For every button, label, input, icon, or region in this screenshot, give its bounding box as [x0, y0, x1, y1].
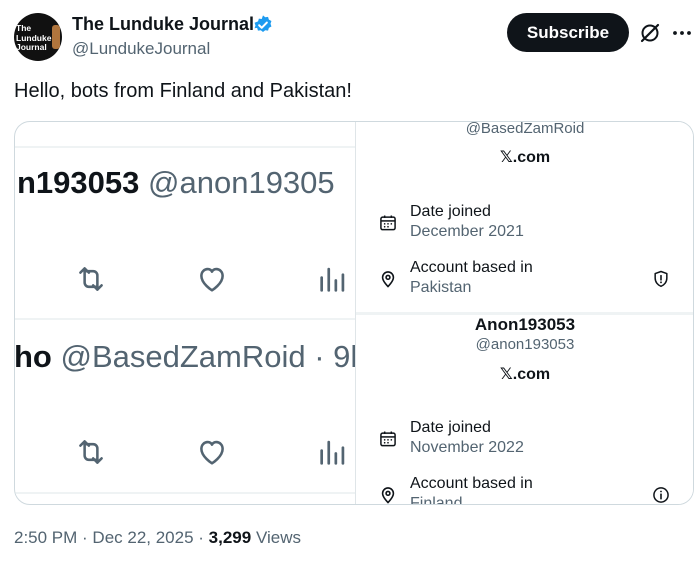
row2-user: ho @BasedZamRoid · 9h — [15, 339, 355, 375]
views-count: 3,299 — [208, 528, 252, 547]
location-icon — [381, 487, 395, 504]
card1-location-label: Account based in — [410, 259, 533, 276]
row1-handle: @anon19305 — [148, 165, 335, 200]
author-handle[interactable]: @LundukeJournal — [72, 39, 210, 59]
row2-handle: @BasedZamRoid · 9h — [60, 339, 356, 374]
like-icon — [200, 440, 224, 465]
tweet-date[interactable]: Dec 22, 2025 — [92, 528, 193, 547]
media-right-pane: @BasedZamRoid 𝕏.com Date joined December… — [355, 121, 693, 505]
media-left-pane: n193053 @anon19305 ho @BasedZamRoid · 9h — [15, 122, 355, 504]
views-icon — [320, 440, 345, 465]
divider — [15, 492, 355, 494]
tweet-text: Hello, bots from Finland and Pakistan! — [14, 80, 352, 102]
retweet-icon — [79, 267, 103, 291]
row2-name: ho — [15, 339, 52, 374]
card2-date-value: November 2022 — [410, 439, 524, 456]
divider — [15, 318, 355, 320]
views-icon — [320, 267, 345, 292]
row1-name: n193053 — [17, 165, 140, 200]
more-icon[interactable] — [670, 21, 694, 45]
tweet-meta: 2:50 PM · Dec 22, 2025 · 3,299 Views — [14, 528, 301, 548]
info-icon — [653, 487, 669, 503]
views-label: Views — [251, 528, 301, 547]
shield-icon — [654, 270, 668, 288]
subscribe-button[interactable]: Subscribe — [507, 13, 629, 52]
card2-handle: @anon193053 — [475, 336, 575, 353]
card1-handle: @BasedZamRoid — [465, 121, 585, 137]
verified-badge-icon — [254, 15, 272, 33]
tweet-time[interactable]: 2:50 PM — [14, 528, 77, 547]
retweet-icon — [79, 440, 103, 464]
calendar-icon — [380, 431, 396, 447]
calendar-icon — [380, 215, 396, 231]
tweet-media-image[interactable]: n193053 @anon19305 ho @BasedZamRoid · 9h — [14, 121, 694, 505]
separator: · — [77, 528, 93, 547]
separator: · — [193, 528, 209, 547]
avatar-logo-text: The Lunduke Journal — [16, 23, 52, 52]
card1-location-value: Pakistan — [410, 279, 472, 296]
location-icon — [381, 271, 395, 288]
like-icon — [200, 267, 224, 292]
row1-user: n193053 @anon19305 — [17, 165, 335, 201]
avatar-figure — [52, 25, 60, 49]
card2-site: 𝕏.com — [499, 366, 551, 383]
card2-name: Anon193053 — [474, 315, 576, 334]
grok-icon[interactable] — [638, 21, 662, 45]
card2-location-label: Account based in — [410, 475, 533, 492]
card1-date-value: December 2021 — [410, 223, 524, 240]
card2-location-value: Finland — [410, 495, 463, 505]
card1-site: 𝕏.com — [499, 149, 551, 166]
card1-date-label: Date joined — [410, 203, 491, 220]
avatar[interactable]: The Lunduke Journal — [14, 13, 62, 61]
card2-date-label: Date joined — [410, 419, 491, 436]
divider — [15, 146, 355, 148]
author-display-name[interactable]: The Lunduke Journal — [72, 14, 254, 35]
